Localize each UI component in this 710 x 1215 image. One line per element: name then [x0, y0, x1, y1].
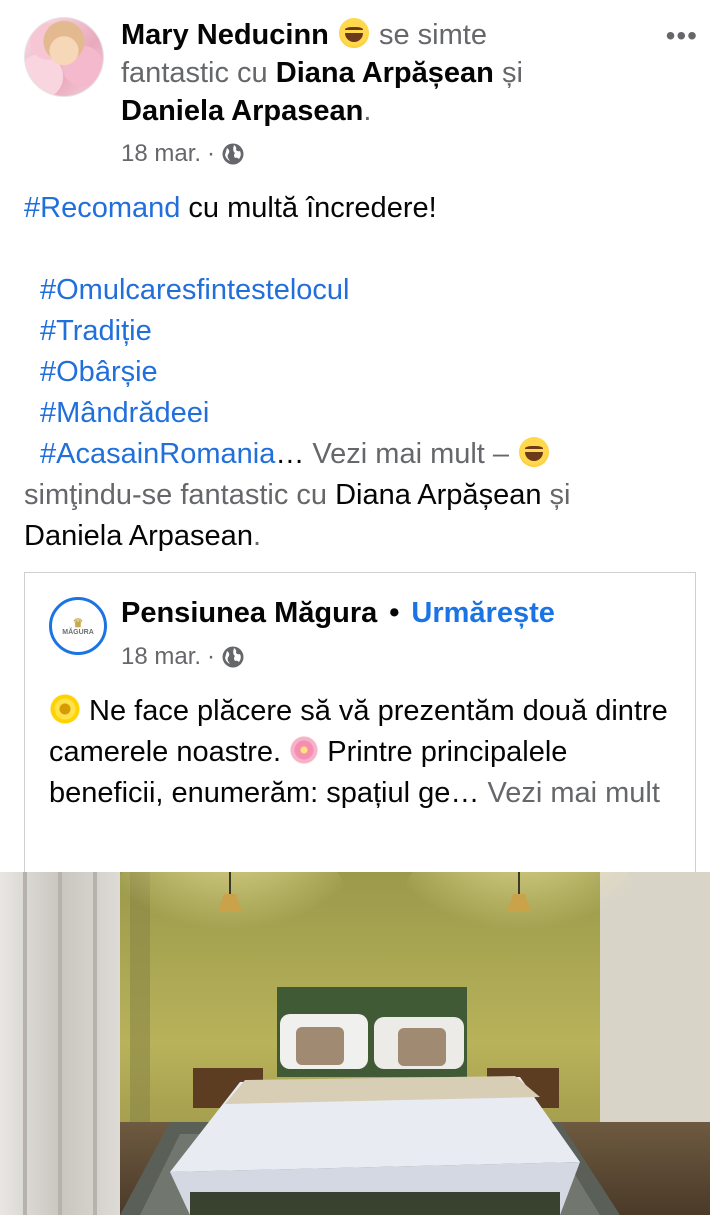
title-dot: • [389, 597, 400, 629]
hashtag-5[interactable]: #AcasainRomania [40, 438, 275, 470]
body-line-1: cu multă încredere! [180, 192, 437, 224]
body-and-word: și [541, 479, 571, 511]
shared-post-date[interactable]: 18 mar. [121, 643, 201, 671]
post-photo[interactable] [0, 872, 710, 1215]
grinning-squinting-face-icon [338, 18, 369, 48]
see-more-link[interactable]: Vezi mai mult [304, 438, 484, 470]
logo-text: MĂGURA [62, 628, 94, 636]
more-options-button[interactable]: ••• [666, 20, 698, 52]
dash: – [484, 438, 518, 470]
author-avatar[interactable] [24, 17, 104, 97]
body-tagged-user-2[interactable]: Daniela Arpasean [24, 520, 253, 552]
tagged-user-1[interactable]: Diana Arpășean [276, 57, 494, 89]
page-title-row: Pensiunea Măgura • Urmărește [121, 597, 555, 630]
follow-button[interactable]: Urmărește [411, 597, 554, 629]
tagged-user-2[interactable]: Daniela Arpasean [121, 95, 363, 127]
shared-post-meta: 18 mar. · [121, 643, 245, 671]
grinning-squinting-face-icon [519, 437, 550, 467]
hashtag-1[interactable]: #Omulcaresfintestelocul [40, 274, 349, 306]
shared-post-card[interactable]: ♛ MĂGURA Pensiunea Măgura • Urmărește 18 ma… [24, 572, 696, 872]
sunflower-icon [49, 693, 81, 725]
crown-icon: ♛ [72, 615, 84, 630]
feeling-line: simţindu-se fantastic cu [24, 479, 336, 511]
globe-icon [222, 143, 244, 165]
meta-separator: · [207, 140, 216, 167]
heading-period: . [363, 95, 372, 127]
globe-icon [222, 646, 244, 668]
body-tagged-user-1[interactable]: Diana Arpășean [335, 479, 541, 511]
post-heading: Mary Neducinn se simte fantastic cu Dian… [121, 16, 591, 130]
hashtag-4[interactable]: #Mândrădeei [40, 397, 209, 429]
hashtag-recomand[interactable]: #Recomand [24, 192, 180, 224]
body-period: . [252, 520, 262, 552]
cherry-blossom-icon [289, 735, 320, 765]
shared-meta-separator: · [207, 643, 216, 670]
ellipsis: … [275, 438, 305, 470]
shared-see-more-link[interactable]: Vezi mai mult [479, 777, 659, 809]
hashtag-3[interactable]: #Obârșie [40, 356, 158, 388]
post-meta: 18 mar. · [121, 140, 245, 168]
page-name[interactable]: Pensiunea Măgura [121, 597, 377, 629]
page-logo[interactable]: ♛ MĂGURA [49, 597, 107, 655]
hashtag-2[interactable]: #Tradiție [40, 315, 152, 347]
post-body: #Recomand cu multă încredere! #Omulcares… [24, 188, 684, 557]
and-word: și [501, 57, 523, 89]
post-header: Mary Neducinn se simte fantastic cu Dian… [0, 0, 710, 180]
shared-post-text: Ne face plăcere să vă prezentăm două din… [49, 691, 679, 814]
bedroom-photo [0, 872, 710, 1215]
author-name[interactable]: Mary Neducinn [121, 19, 329, 51]
post-date[interactable]: 18 mar. [121, 140, 201, 168]
